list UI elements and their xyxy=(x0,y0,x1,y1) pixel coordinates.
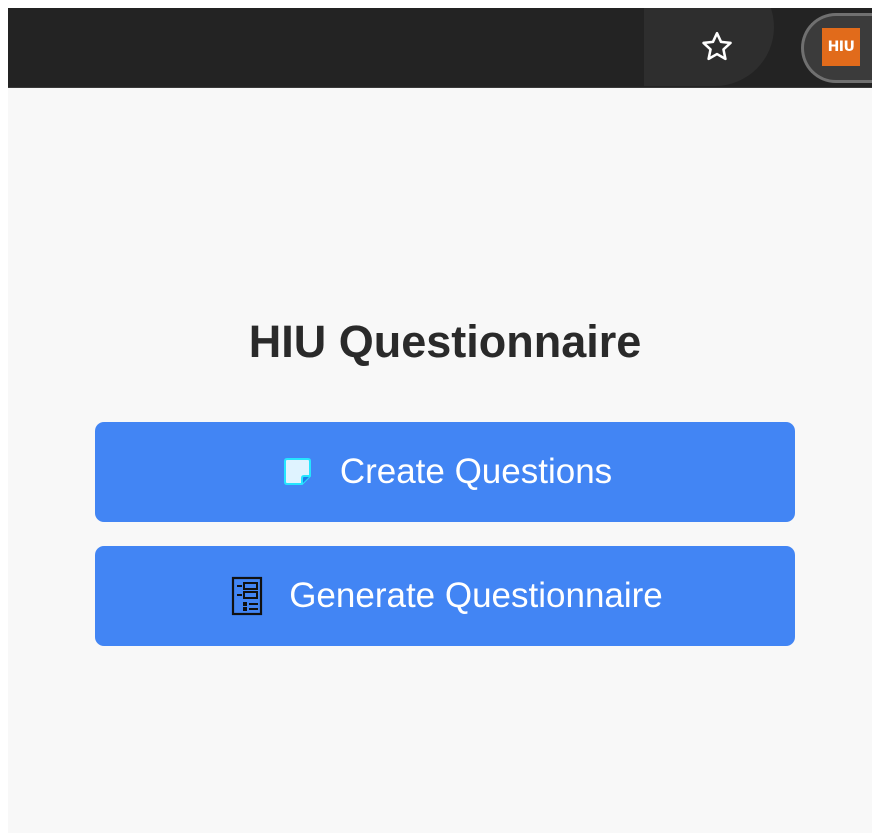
generate-questionnaire-button[interactable]: Generate Questionnaire xyxy=(95,546,795,646)
hiu-extension-label: HIU xyxy=(827,39,855,55)
star-outline-icon xyxy=(702,31,732,61)
generate-questionnaire-label: Generate Questionnaire xyxy=(289,576,663,615)
form-list-icon xyxy=(227,576,267,616)
create-questions-label: Create Questions xyxy=(339,452,613,491)
page-title: HIU Questionnaire xyxy=(248,316,642,367)
hiu-extension-icon[interactable]: HIU xyxy=(822,28,860,66)
browser-toolbar: HIU xyxy=(8,8,872,88)
create-questions-button[interactable]: Create Questions xyxy=(95,422,795,522)
extension-popup: HIU HIU Questionnaire Create Questions G… xyxy=(8,8,872,833)
bookmark-star-button[interactable] xyxy=(696,26,738,68)
sticky-note-icon xyxy=(278,452,318,492)
